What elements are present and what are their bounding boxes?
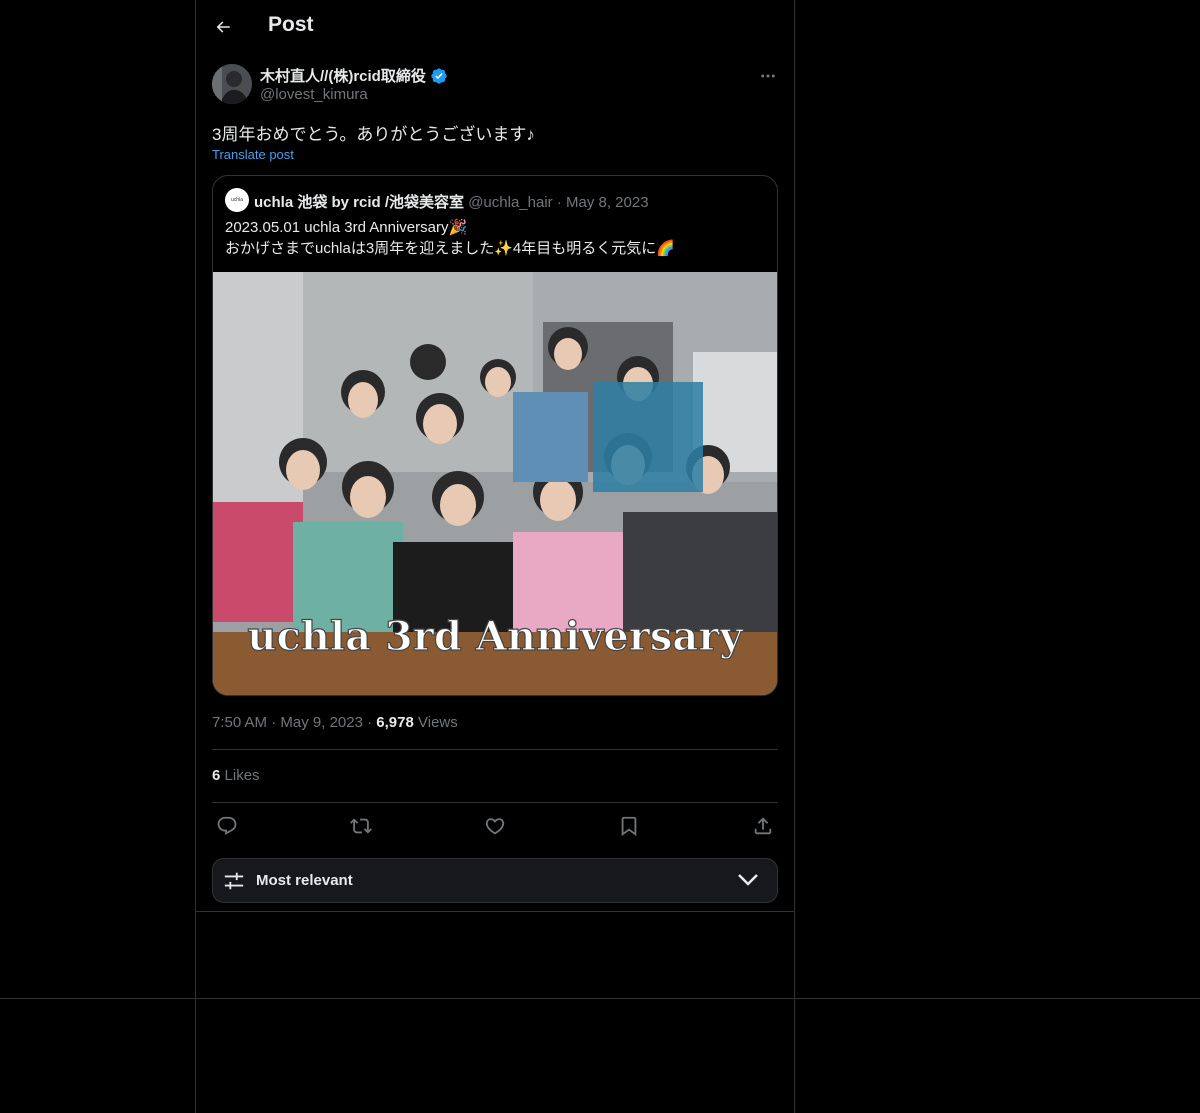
more-options-button[interactable] [756, 64, 780, 88]
divider [212, 749, 778, 750]
share-button[interactable] [750, 813, 776, 839]
post-meta: 7:50 AM · May 9, 2023 · 6,978 Views [212, 714, 458, 731]
verified-badge-icon [431, 67, 447, 84]
quoted-post[interactable]: uchla uchla 池袋 by rcid /池袋美容室 @uchla_hai… [212, 175, 778, 696]
like-button[interactable] [482, 813, 508, 839]
chevron-down-icon [738, 874, 758, 886]
author-name-text: 木村直人//(株)rcid取締役 [260, 68, 426, 85]
quoted-avatar: uchla [225, 188, 249, 212]
divider [212, 802, 778, 803]
right-column-border [794, 0, 795, 1113]
sliders-icon [224, 872, 244, 890]
author-avatar[interactable] [212, 64, 252, 104]
quoted-author-handle: @uchla_hair [468, 194, 553, 211]
bookmark-button[interactable] [616, 813, 642, 839]
quoted-text-line-1: 2023.05.01 uchla 3rd Anniversary🎉 [225, 219, 468, 236]
quoted-avatar-logo: uchla [231, 197, 243, 203]
quoted-date: May 8, 2023 [566, 194, 649, 211]
photo-caption: uchla 3rd Anniversary [247, 613, 744, 660]
translate-post-link[interactable]: Translate post [212, 147, 294, 162]
repost-icon [350, 818, 372, 834]
back-button[interactable] [210, 14, 236, 40]
post-date[interactable]: May 9, 2023 [280, 714, 363, 731]
author-name[interactable]: 木村直人//(株)rcid取締役 [260, 65, 448, 86]
quoted-author-name: uchla 池袋 by rcid /池袋美容室 [254, 194, 465, 211]
bookmark-icon [621, 816, 637, 837]
quoted-separator: · [556, 194, 562, 211]
back-arrow-icon [216, 21, 230, 33]
sort-label: Most relevant [256, 872, 353, 889]
likes-label: Likes [224, 767, 260, 784]
post-time[interactable]: 7:50 AM [212, 714, 267, 731]
reply-button[interactable] [214, 813, 240, 839]
group-photo: uchla 3rd Anniversary [213, 272, 777, 695]
reply-icon [217, 816, 237, 835]
likes-stat[interactable]: 6 Likes [212, 767, 260, 784]
more-dots-icon [761, 74, 775, 78]
meta-separator-1: · [271, 714, 277, 731]
like-icon [485, 818, 505, 835]
likes-count: 6 [212, 767, 221, 784]
page-header: Post [196, 0, 794, 53]
quoted-post-header: uchla 池袋 by rcid /池袋美容室 @uchla_hair · Ma… [254, 191, 649, 212]
sort-replies-dropdown[interactable]: Most relevant [212, 858, 778, 903]
quoted-text-line-2: おかげさまでuchlaは3周年を迎えました✨4年目も明るく元気に🌈 [225, 240, 675, 257]
views-label: Views [418, 714, 458, 731]
avatar-photo [212, 64, 252, 104]
repost-button[interactable] [348, 813, 374, 839]
post-text: 3周年おめでとう。ありがとうございます♪ [212, 125, 535, 144]
page-title: Post [268, 13, 314, 36]
views-count: 6,978 [376, 714, 414, 731]
post-column: Post 木村直人//(株)rcid取締役 @lovest_kimura 3周年… [196, 0, 794, 912]
share-icon [754, 817, 772, 835]
bottom-divider [0, 998, 1200, 999]
quoted-photo[interactable]: uchla 3rd Anniversary [213, 272, 777, 695]
author-handle[interactable]: @lovest_kimura [260, 86, 368, 103]
meta-separator-2: · [367, 714, 373, 731]
